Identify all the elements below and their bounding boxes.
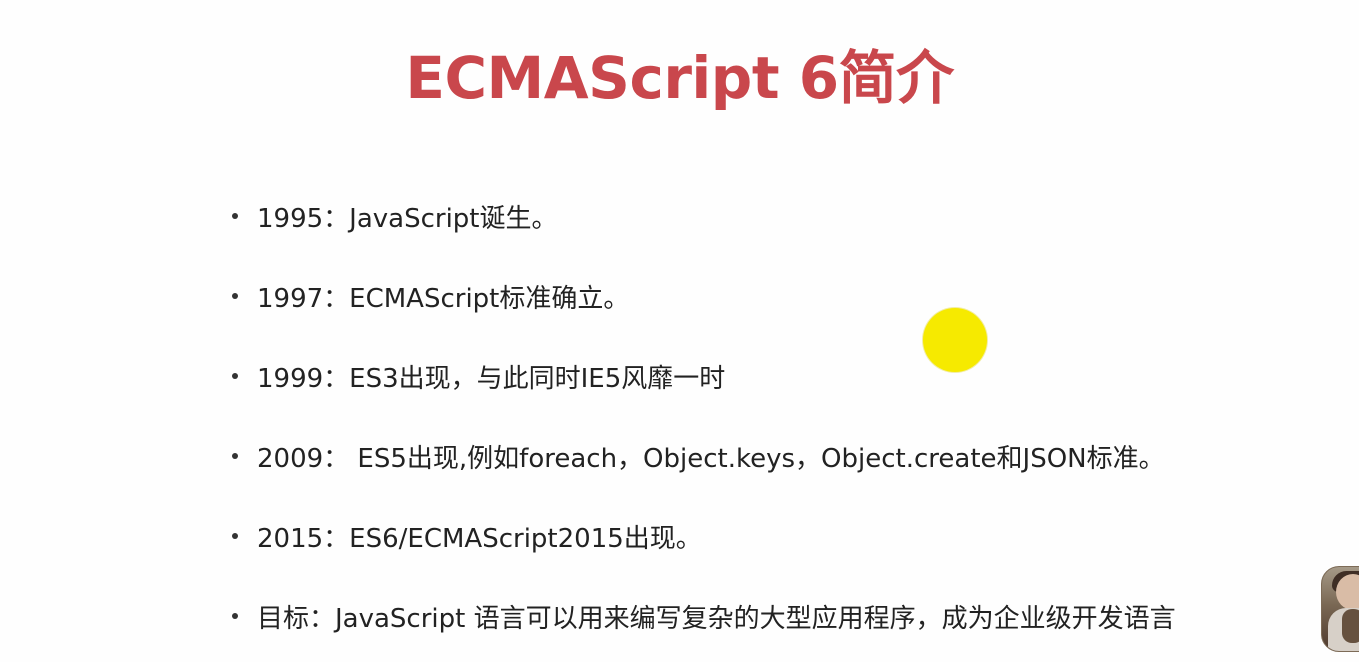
bullet-item-1999: 1999：ES3出现，与此同时IE5风靡一时 (232, 336, 1312, 416)
bullet-dot-icon (232, 453, 238, 459)
presenter-video-thumbnail (1321, 566, 1359, 652)
bullet-list: 1995：JavaScript诞生。 1997：ECMAScript标准确立。 … (232, 176, 1312, 656)
bullet-dot-icon (232, 533, 238, 539)
pointer-highlight-icon (923, 308, 987, 372)
bullet-item-1997: 1997：ECMAScript标准确立。 (232, 256, 1312, 336)
bullet-text: 目标：JavaScript 语言可以用来编写复杂的大型应用程序，成为企业级开发语… (257, 603, 1176, 634)
bullet-text: 1997：ECMAScript标准确立。 (257, 283, 630, 314)
bullet-text: 2015：ES6/ECMAScript2015出现。 (257, 523, 702, 554)
bullet-text: 2009： ES5出现,例如foreach，Object.keys，Object… (257, 443, 1165, 474)
bullet-item-1995: 1995：JavaScript诞生。 (232, 176, 1312, 256)
bullet-item-2015: 2015：ES6/ECMAScript2015出现。 (232, 496, 1312, 576)
bullet-item-2009: 2009： ES5出现,例如foreach，Object.keys，Object… (232, 416, 1312, 496)
bullet-text: 1995：JavaScript诞生。 (257, 203, 558, 234)
slide-title: ECMAScript 6简介 (405, 44, 954, 112)
bullet-dot-icon (232, 213, 238, 219)
avatar-shirt (1342, 609, 1359, 643)
slide: ECMAScript 6简介 1995：JavaScript诞生。 1997：E… (0, 0, 1359, 662)
bullet-dot-icon (232, 613, 238, 619)
bullet-dot-icon (232, 293, 238, 299)
bullet-dot-icon (232, 373, 238, 379)
bullet-item-goal: 目标：JavaScript 语言可以用来编写复杂的大型应用程序，成为企业级开发语… (232, 576, 1312, 656)
bullet-text: 1999：ES3出现，与此同时IE5风靡一时 (257, 363, 726, 394)
